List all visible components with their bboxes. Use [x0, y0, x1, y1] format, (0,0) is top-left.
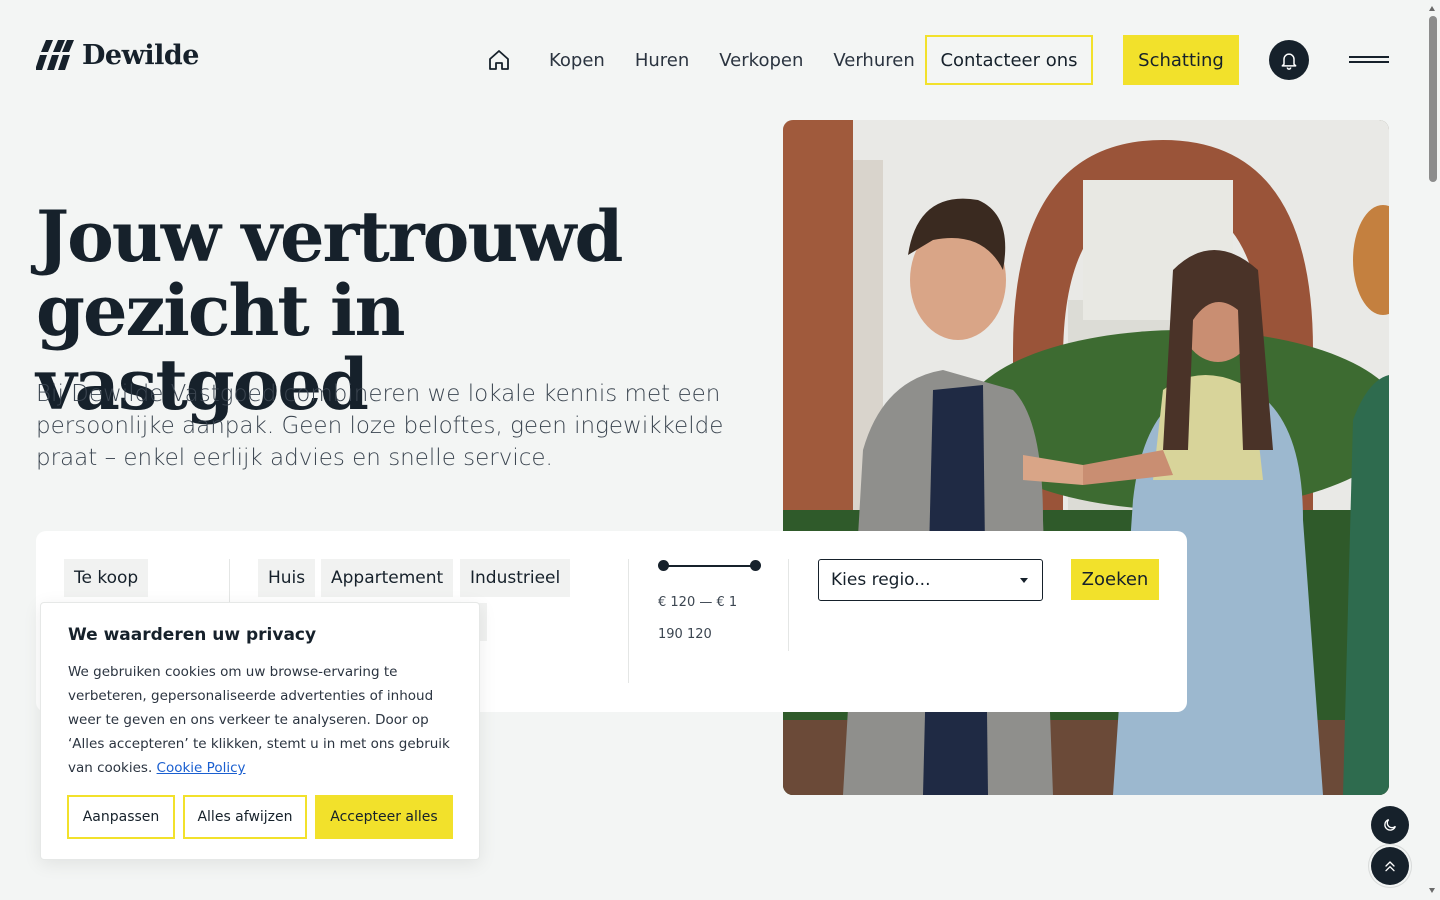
- logo[interactable]: Dewilde: [36, 38, 199, 72]
- notifications-button[interactable]: [1269, 40, 1309, 80]
- search-button[interactable]: Zoeken: [1071, 559, 1159, 600]
- cookie-body: We gebruiken cookies om uw browse-ervari…: [68, 664, 450, 776]
- hero-title-line1: Jouw vertrouwd: [36, 195, 623, 278]
- nav-link-verkopen[interactable]: Verkopen: [719, 50, 803, 71]
- estimate-button[interactable]: Schatting: [1123, 35, 1239, 85]
- cookie-consent-banner: We waarderen uw privacy We gebruiken coo…: [40, 602, 480, 860]
- region-select-value: Kies regio...: [831, 570, 931, 590]
- bell-icon: [1281, 53, 1297, 70]
- double-chevron-up-icon: [1385, 861, 1395, 872]
- price-slider-max-handle[interactable]: [750, 560, 761, 571]
- logo-text: Dewilde: [82, 39, 199, 71]
- nav-link-huren[interactable]: Huren: [635, 50, 689, 71]
- cookie-policy-link[interactable]: Cookie Policy: [157, 760, 246, 776]
- moon-icon: [1384, 819, 1396, 831]
- nav-link-kopen[interactable]: Kopen: [549, 50, 605, 71]
- price-slider-min-handle[interactable]: [658, 560, 669, 571]
- scroll-down-arrow-icon[interactable]: [1429, 888, 1435, 893]
- home-icon[interactable]: [486, 47, 512, 73]
- cookie-accept-button[interactable]: Accepteer alles: [315, 795, 453, 839]
- theme-toggle-button[interactable]: [1371, 806, 1409, 844]
- contact-button[interactable]: Contacteer ons: [925, 35, 1093, 85]
- page-scrollbar[interactable]: [1425, 0, 1440, 900]
- cookie-reject-button[interactable]: Alles afwijzen: [183, 795, 307, 839]
- main-nav: Kopen Huren Verkopen Verhuren: [486, 35, 945, 85]
- back-to-top-button[interactable]: [1371, 847, 1409, 885]
- hero-subtitle: Bij Dewilde Vastgoed combineren we lokal…: [36, 381, 724, 471]
- price-slider-track[interactable]: [663, 565, 755, 567]
- cookie-title: We waarderen uw privacy: [68, 625, 317, 645]
- status-chip-te-koop[interactable]: Te koop: [64, 559, 149, 597]
- price-range-text: € 120 — € 1: [658, 595, 738, 610]
- nav-link-verhuren[interactable]: Verhuren: [833, 50, 914, 71]
- cookie-text: We gebruiken cookies om uw browse-ervari…: [68, 660, 460, 780]
- scroll-up-arrow-icon[interactable]: [1429, 6, 1435, 11]
- cookie-customize-button[interactable]: Aanpassen: [67, 795, 175, 839]
- type-chip-huis[interactable]: Huis: [258, 559, 316, 597]
- price-range-text-cont: 190 120: [658, 627, 712, 642]
- divider: [628, 559, 629, 683]
- type-chip-appartement[interactable]: Appartement: [321, 559, 454, 597]
- caret-down-icon: [1020, 578, 1028, 583]
- region-select[interactable]: Kies regio...: [818, 559, 1043, 601]
- type-chip-industrieel[interactable]: Industrieel: [460, 559, 571, 597]
- hamburger-icon[interactable]: [1349, 52, 1389, 66]
- scrollbar-thumb[interactable]: [1429, 16, 1437, 182]
- divider: [788, 559, 789, 651]
- logo-mark-icon: [36, 40, 74, 70]
